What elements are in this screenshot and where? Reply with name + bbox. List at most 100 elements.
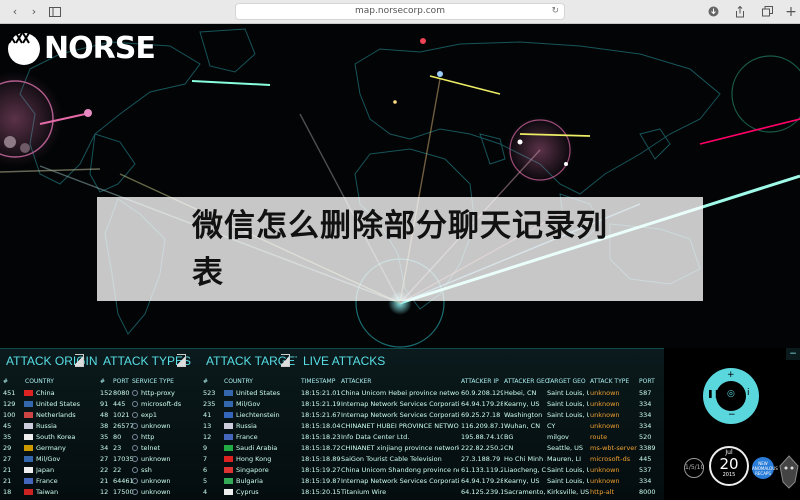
origin-row[interactable]: 451 China [0, 387, 97, 398]
target-country: United States [236, 389, 281, 397]
attack-type-row[interactable]: 22 22 ssh [97, 464, 193, 475]
live-attacker: CHINANET HUBEI PROVINCE NETWORK [341, 422, 459, 430]
attack-targets-table: # COUNTRY 523 United States 235 Mil/Gov 41 Li… [193, 376, 297, 497]
live-ip: 116.209.87.161 [461, 422, 503, 430]
map-nav-control[interactable]: + − ❚❚ i ◎ [703, 368, 759, 424]
target-count: 6 [203, 466, 208, 474]
address-bar[interactable]: map.norsecorp.com ↻ [235, 3, 565, 20]
origin-row[interactable]: 45 Russia [0, 420, 97, 431]
service-ring-icon [132, 445, 138, 451]
live-ip: 60.9.208.129 [461, 389, 503, 397]
live-port: 537 [639, 466, 652, 474]
flag-icon [24, 456, 33, 462]
panel-corner-icon[interactable] [177, 354, 186, 367]
live-attack-row[interactable]: 18:15:18.047 CHINANET HUBEI PROVINCE NETW… [297, 420, 664, 431]
target-row[interactable]: 9 Saudi Arabia [193, 442, 297, 453]
flag-icon [24, 412, 33, 418]
target-row[interactable]: 4 Cyprus [193, 486, 297, 497]
live-tgeo: Saint Louis, US [547, 477, 589, 485]
panel-corner-icon[interactable] [75, 354, 84, 367]
attack-type-row[interactable]: 38 26577 unknown [97, 420, 193, 431]
live-attack-row[interactable]: 18:15:21.019 China Unicom Hebei province … [297, 387, 664, 398]
tabs-icon[interactable] [760, 4, 774, 20]
target-row[interactable]: 235 Mil/Gov [193, 398, 297, 409]
type-service: unknown [141, 455, 171, 463]
origin-row[interactable]: 35 South Korea [0, 431, 97, 442]
date-display: Jul 20 2015 [709, 446, 749, 486]
attack-type-row[interactable]: 21 64461 unknown [97, 475, 193, 486]
live-attacker: CHINANET xinjiang province network [341, 444, 459, 452]
live-ts: 18:15:21.019 [301, 389, 341, 397]
live-attacker: SaiGon Tourist Cable Television [341, 455, 442, 463]
live-ageo: BG [504, 433, 514, 441]
live-type: unknown [590, 389, 620, 397]
date-year: 2015 [722, 472, 736, 478]
view-icon[interactable]: ◎ [727, 389, 735, 399]
target-row[interactable]: 13 Russia [193, 420, 297, 431]
attack-type-row[interactable]: 152 8080 http-proxy [97, 387, 193, 398]
service-ring-icon [132, 401, 138, 407]
attack-type-row[interactable]: 48 1021 exp1 [97, 409, 193, 420]
live-ip: 222.82.250.210 [461, 444, 503, 452]
sidebar-icon[interactable] [48, 4, 62, 20]
live-ts: 18:15:21.196 [301, 400, 341, 408]
anomalous-recaps-badge[interactable]: NEW ANOMALOUS RECAPS [752, 457, 778, 479]
target-row[interactable]: 6 Singapore [193, 464, 297, 475]
live-attack-row[interactable]: 18:15:19.274 China Unicom Shandong provin… [297, 464, 664, 475]
back-icon[interactable]: ‹ [8, 4, 22, 20]
origin-country: Japan [36, 466, 55, 474]
live-port: 587 [639, 389, 652, 397]
forward-icon[interactable]: › [27, 4, 41, 20]
origin-row[interactable]: 129 United States [0, 398, 97, 409]
download-icon[interactable] [706, 4, 720, 20]
collapse-panel-button[interactable]: − [786, 348, 800, 360]
live-attack-row[interactable]: 18:15:21.676 Internap Network Services Co… [297, 409, 664, 420]
live-attack-row[interactable]: 18:15:18.726 CHINANET xinjiang province n… [297, 442, 664, 453]
target-row[interactable]: 41 Liechtenstein [193, 409, 297, 420]
pause-icon[interactable]: ❚❚ [707, 389, 720, 398]
origin-row[interactable]: 27 Mil/Gov [0, 453, 97, 464]
live-ip: 69.25.27.18 [461, 411, 501, 419]
target-row[interactable]: 7 Hong Kong [193, 453, 297, 464]
attack-type-row[interactable]: 27 17035 unknown [97, 453, 193, 464]
new-tab-icon[interactable]: + [784, 4, 798, 20]
target-row[interactable]: 12 France [193, 431, 297, 442]
live-ts: 18:15:18.232 [301, 433, 341, 441]
target-row[interactable]: 5 Bulgaria [193, 475, 297, 486]
reload-icon[interactable]: ↻ [551, 4, 559, 19]
live-attack-row[interactable]: 18:15:18.232 Info Data Center Ltd. 195.88.… [297, 431, 664, 442]
origin-row[interactable]: 21 Japan [0, 464, 97, 475]
zoom-out-icon[interactable]: − [728, 410, 736, 420]
live-attacks-table: TIMESTAMP ATTACKER ATTACKER IP ATTACKER GEO… [297, 376, 664, 497]
speed-control[interactable]: 1/5/10 [684, 458, 704, 478]
flag-icon [24, 401, 33, 407]
attack-type-row[interactable]: 12 17500 unknown [97, 486, 193, 497]
type-service: microsoft-ds [141, 400, 182, 408]
zoom-in-icon[interactable]: + [727, 370, 735, 380]
type-count: 27 [100, 455, 109, 463]
live-ip: 64.94.179.28 [461, 400, 503, 408]
attack-type-row[interactable]: 35 80 http [97, 431, 193, 442]
live-attack-row[interactable]: 18:15:20.150Titanium Wire 64.125.239.178S… [297, 486, 664, 497]
info-icon[interactable]: i [747, 388, 750, 398]
share-icon[interactable] [733, 4, 747, 20]
live-attack-row[interactable]: 18:15:19.876 Internap Network Services Co… [297, 475, 664, 486]
panel-corner-icon[interactable] [281, 354, 290, 367]
live-attack-row[interactable]: 18:15:21.196 Internap Network Services Co… [297, 398, 664, 409]
origin-row[interactable]: 21 France [0, 475, 97, 486]
attack-type-row[interactable]: 91 445 microsoft-ds [97, 398, 193, 409]
attack-type-row[interactable]: 34 23 telnet [97, 442, 193, 453]
live-type: unknown [590, 422, 620, 430]
origin-row[interactable]: 100 Netherlands [0, 409, 97, 420]
origin-row[interactable]: 29 Germany [0, 442, 97, 453]
live-ageo: Liaocheng, CN [504, 466, 546, 474]
live-attack-row[interactable]: 18:15:18.890 SaiGon Tourist Cable Televis… [297, 453, 664, 464]
target-count: 4 [203, 488, 208, 496]
norse-logo[interactable]: NORSE [8, 31, 156, 66]
live-col-header: ATTACKER IP [461, 378, 499, 385]
target-row[interactable]: 523 United States [193, 387, 297, 398]
live-col-header: PORT [639, 378, 655, 385]
flag-icon [224, 390, 233, 396]
origin-row[interactable]: 18 Taiwan [0, 486, 97, 497]
type-port: 17035 [113, 455, 134, 463]
